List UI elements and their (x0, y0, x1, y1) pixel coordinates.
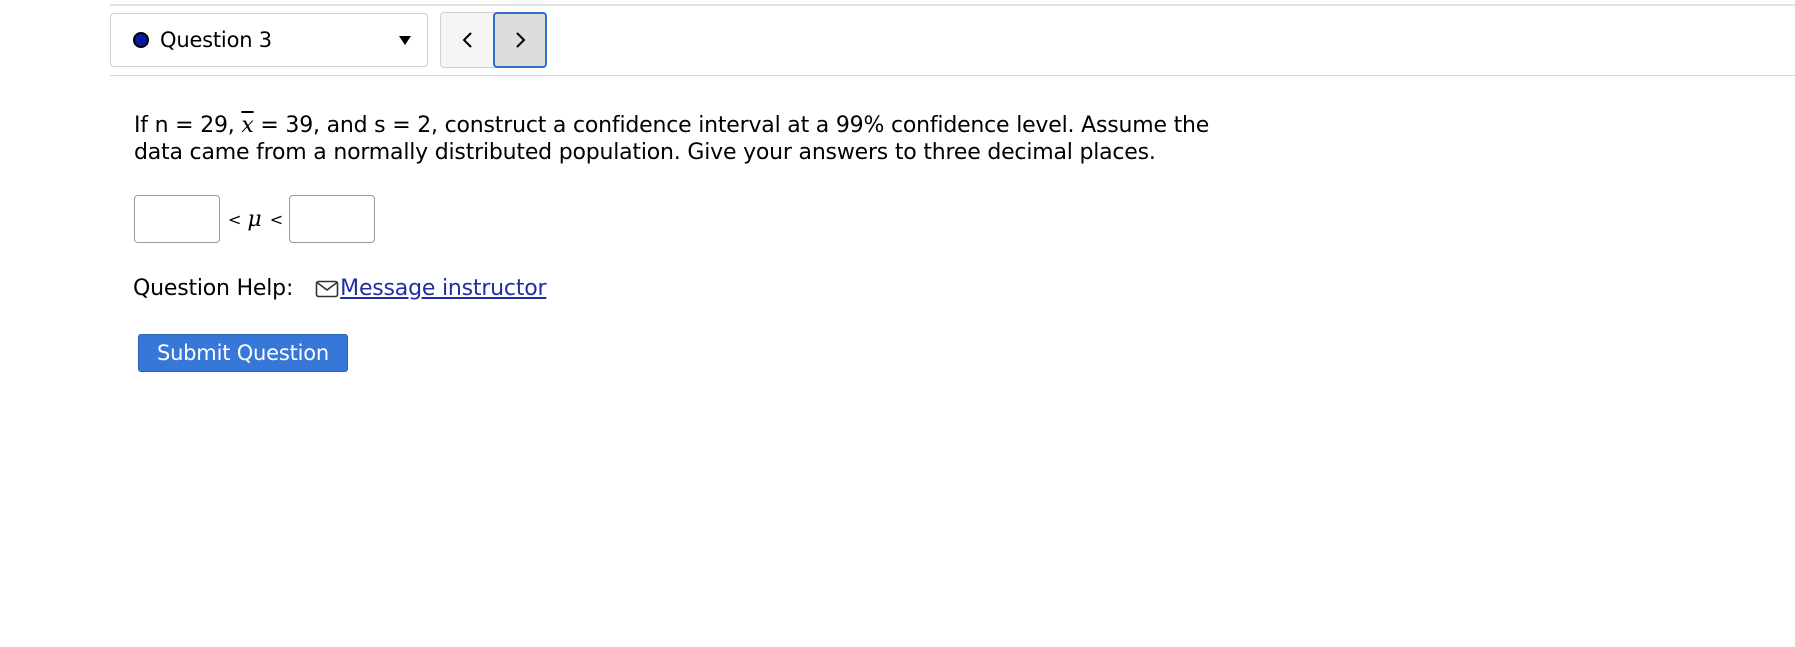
mu-symbol: μ (247, 206, 262, 232)
question-help-label: Question Help: (133, 276, 294, 301)
question-selector[interactable]: Question 3 (110, 13, 428, 67)
question-selector-label: Question 3 (160, 28, 272, 52)
dropdown-caret-icon (399, 36, 411, 45)
question-text-part-2: = 39, and s = 2, construct a confidence … (134, 113, 1210, 165)
question-pager (440, 12, 547, 68)
message-instructor-link[interactable]: Message instructor (315, 276, 547, 301)
question-status-icon (133, 32, 149, 48)
less-than-sign: < (269, 209, 284, 229)
question-text-part-1: If n = 29, (134, 113, 242, 138)
answer-row: < μ < (134, 195, 376, 243)
sample-mean-symbol: x (241, 113, 254, 138)
lower-bound-input[interactable] (134, 195, 220, 243)
chevron-left-icon (462, 32, 472, 48)
upper-bound-input[interactable] (289, 195, 376, 243)
less-than-sign: < (228, 209, 242, 229)
chevron-right-icon (516, 32, 526, 48)
question-help: Question Help: Message instructor (133, 276, 547, 301)
previous-question-button[interactable] (440, 12, 494, 68)
question-navigation: Question 3 (110, 12, 547, 68)
next-question-button[interactable] (493, 12, 547, 68)
header-divider (110, 75, 1795, 76)
question-text: If n = 29, x = 39, and s = 2, construct … (134, 112, 1254, 166)
message-instructor-label: Message instructor (340, 276, 547, 301)
top-divider (110, 4, 1795, 6)
mail-icon (315, 280, 339, 297)
submit-question-button[interactable]: Submit Question (138, 334, 348, 372)
